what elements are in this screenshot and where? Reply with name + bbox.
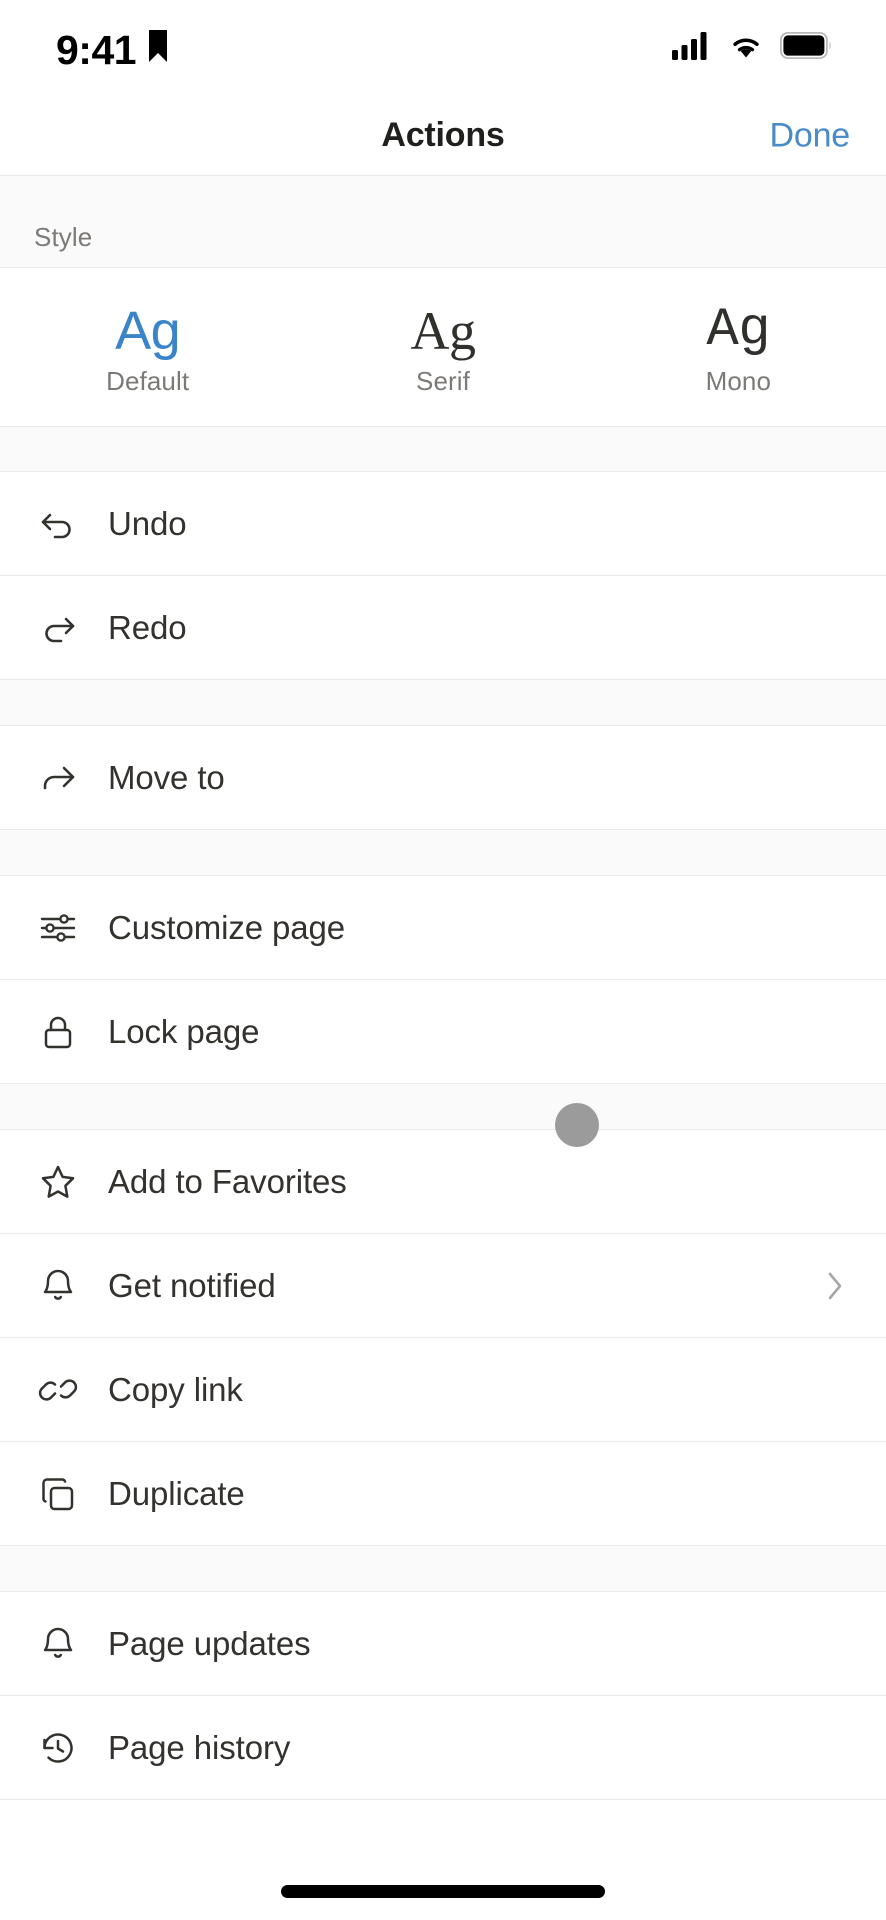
menu-item-redo[interactable]: Redo [0, 576, 886, 680]
actions-menu-screen: 9:41 Actions Done Style Ag Default Ag Se… [0, 0, 886, 1920]
menu-item-label: Copy link [108, 1370, 243, 1408]
link-icon [36, 1368, 86, 1412]
style-option-serif[interactable]: Ag Serif [295, 303, 590, 397]
menu-item-label: Duplicate [108, 1474, 245, 1512]
menu-item-label: Get notified [108, 1266, 276, 1304]
menu-item-page-updates[interactable]: Page updates [0, 1592, 886, 1696]
style-section-header: Style [0, 176, 886, 268]
style-name-serif: Serif [416, 365, 470, 396]
wifi-icon [728, 32, 764, 65]
menu-item-label: Lock page [108, 1012, 260, 1050]
undo-arrow-icon [36, 502, 86, 546]
menu-item-label: Redo [108, 608, 187, 646]
menu-item-get-notified[interactable]: Get notified [0, 1234, 886, 1338]
status-bar-right [672, 31, 832, 65]
menu-item-customize-page[interactable]: Customize page [0, 876, 886, 980]
style-sample-serif: Ag [410, 301, 476, 362]
style-option-mono[interactable]: Ag Mono [591, 300, 886, 397]
style-sample-default: Ag [115, 301, 181, 362]
star-icon [36, 1160, 86, 1204]
menu-item-label: Customize page [108, 908, 346, 946]
menu-item-copy-link[interactable]: Copy link [0, 1338, 886, 1442]
chevron-right-icon [822, 1266, 852, 1306]
status-bar-time: 9:41 [56, 26, 137, 73]
duplicate-icon [36, 1472, 86, 1516]
menu-item-page-history[interactable]: Page history [0, 1696, 886, 1800]
done-button[interactable]: Done [770, 116, 851, 155]
section-gap [0, 426, 886, 472]
menu-item-add-to-favorites[interactable]: Add to Favorites [0, 1130, 886, 1234]
menu-item-label: Undo [108, 504, 187, 542]
status-bar-left: 9:41 [56, 26, 168, 71]
section-gap [0, 1546, 886, 1592]
section-gap [0, 680, 886, 726]
bookmark-icon [148, 29, 168, 68]
menu-item-undo[interactable]: Undo [0, 472, 886, 576]
menu-item-duplicate[interactable]: Duplicate [0, 1442, 886, 1546]
menu-item-lock-page[interactable]: Lock page [0, 980, 886, 1084]
section-gap [0, 830, 886, 876]
cellular-signal-icon [672, 31, 712, 65]
lock-icon [36, 1010, 86, 1054]
section-label: Style [34, 222, 93, 252]
style-sample-mono: Ag [706, 300, 771, 362]
page-title: Actions [381, 116, 505, 154]
clock-rewind-icon [36, 1726, 86, 1770]
redo-arrow-icon [36, 606, 86, 650]
menu-item-label: Page updates [108, 1624, 311, 1662]
style-name-mono: Mono [705, 365, 772, 396]
nav-bar: Actions Done [0, 96, 886, 176]
status-bar: 9:41 [0, 0, 886, 96]
style-option-default[interactable]: Ag Default [0, 303, 295, 397]
move-to-arrow-icon [36, 756, 86, 800]
menu-item-label: Move to [108, 758, 225, 796]
bell-icon [36, 1264, 86, 1308]
menu-item-label: Page history [108, 1728, 291, 1766]
style-name-default: Default [106, 365, 190, 396]
style-picker: Ag Default Ag Serif Ag Mono [0, 268, 886, 426]
battery-icon [779, 31, 832, 64]
menu-item-label: Add to Favorites [108, 1162, 347, 1200]
home-indicator[interactable] [281, 1885, 605, 1898]
section-gap [0, 1084, 886, 1130]
bell-icon [36, 1622, 86, 1666]
menu-item-move-to[interactable]: Move to [0, 726, 886, 830]
sliders-icon [36, 906, 86, 950]
